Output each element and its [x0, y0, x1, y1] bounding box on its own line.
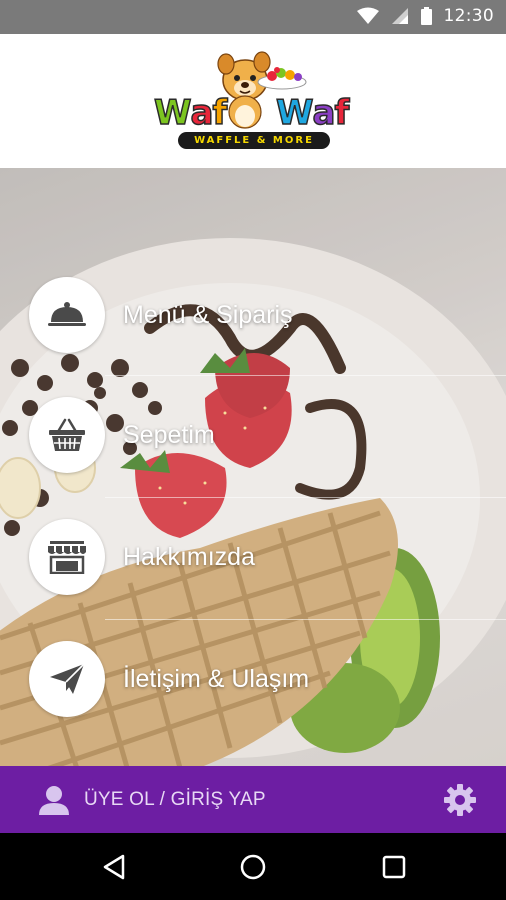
system-nav-bar	[0, 833, 506, 900]
logo-word-left: Waf	[153, 93, 228, 133]
back-icon	[103, 854, 125, 880]
status-time: 12:30	[443, 6, 494, 26]
menu-item-contact[interactable]: İletişim & Ulaşım	[0, 634, 506, 724]
settings-button[interactable]	[440, 780, 480, 820]
menu-divider	[105, 497, 506, 498]
recents-button[interactable]	[378, 851, 410, 883]
basket-icon	[49, 418, 85, 451]
menu-item-cart-label: Sepetim	[123, 420, 215, 449]
app-header: Waf Waf WAFFLE & MORE	[0, 34, 506, 168]
status-icons: 12:30	[356, 6, 495, 26]
menu-icon-circle	[29, 397, 105, 473]
menu-item-order-label: Menü & Sipariş	[123, 300, 293, 329]
menu-item-order[interactable]: Menü & Sipariş	[0, 270, 506, 360]
battery-icon	[420, 7, 432, 25]
recents-icon	[382, 855, 406, 879]
menu-item-cart[interactable]: Sepetim	[0, 390, 506, 480]
user-icon	[39, 786, 69, 815]
logo-word-right: Waf	[275, 93, 350, 133]
app-logo: Waf Waf WAFFLE & MORE	[150, 46, 356, 156]
login-register-label: ÜYE OL / GİRİŞ YAP	[84, 789, 266, 810]
home-icon	[240, 854, 266, 880]
login-register-button[interactable]: ÜYE OL / GİRİŞ YAP	[38, 783, 266, 817]
menu-divider	[105, 619, 506, 620]
menu-divider	[105, 375, 506, 376]
account-bar: ÜYE OL / GİRİŞ YAP	[0, 766, 506, 833]
logo-tagline: WAFFLE & MORE	[178, 132, 330, 149]
menu-icon-circle	[29, 519, 105, 595]
menu-item-about[interactable]: Hakkımızda	[0, 512, 506, 602]
storefront-icon	[48, 541, 86, 574]
cloche-icon	[48, 302, 86, 326]
paper-plane-icon	[50, 663, 85, 694]
gear-icon	[444, 784, 476, 816]
signal-icon	[391, 8, 408, 24]
back-button[interactable]	[98, 851, 130, 883]
wifi-icon	[356, 7, 379, 24]
menu-item-contact-label: İletişim & Ulaşım	[123, 664, 310, 693]
status-bar: 12:30	[0, 0, 506, 34]
menu-icon-circle	[29, 641, 105, 717]
menu-item-about-label: Hakkımızda	[123, 542, 255, 571]
menu-icon-circle	[29, 277, 105, 353]
home-button[interactable]	[237, 851, 269, 883]
